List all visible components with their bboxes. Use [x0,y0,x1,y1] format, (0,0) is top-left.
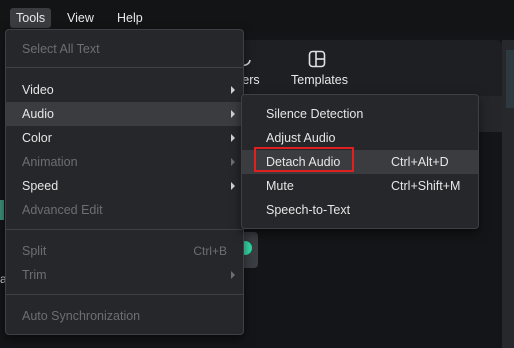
submenu-item-shortcut: Ctrl+Shift+M [391,179,461,193]
menu-item-label: Trim [22,268,47,282]
right-panel-accent [506,50,514,108]
submenu-item-label: Mute [266,179,294,193]
menu-item-trim[interactable]: Trim [6,263,243,287]
audio-submenu: Silence Detection Adjust Audio Detach Au… [241,94,479,229]
submenu-item-detach-audio[interactable]: Detach Audio Ctrl+Alt+D [242,147,478,174]
submenu-item-shortcut: Ctrl+Alt+D [391,155,449,169]
menu-view[interactable]: View [61,8,100,28]
templates-icon[interactable] [308,50,326,68]
menu-item-label: Split [22,244,47,258]
menu-item-label: Animation [22,155,78,169]
submenu-item-silence-detection[interactable]: Silence Detection [242,102,478,126]
menu-item-video[interactable]: Video [6,78,243,102]
menu-item-select-all-text[interactable]: Select All Text [6,37,243,61]
chevron-right-icon [231,271,235,279]
chevron-right-icon [231,158,235,166]
menu-item-speed[interactable]: Speed [6,174,243,198]
tools-menu: Select All Text Video Audio Color Animat… [5,29,244,335]
menu-item-label: Select All Text [22,42,100,56]
submenu-item-speech-to-text[interactable]: Speech-to-Text [242,198,478,222]
menu-item-animation[interactable]: Animation [6,150,243,174]
menu-item-label: Speed [22,179,59,193]
toolbar-label-templates[interactable]: Templates [291,73,348,87]
menu-item-advanced-edit[interactable]: Advanced Edit [6,198,243,222]
menu-item-label: Video [22,83,54,97]
menu-item-auto-synchronization[interactable]: Auto Synchronization [6,304,243,328]
menu-item-color[interactable]: Color [6,126,243,150]
chevron-right-icon [231,182,235,190]
submenu-item-label: Detach Audio [266,155,341,169]
menu-item-label: Auto Synchronization [22,309,141,323]
menu-item-label: Color [22,131,52,145]
menu-tools[interactable]: Tools [10,8,52,28]
menu-item-label: Audio [22,107,54,121]
submenu-item-label: Silence Detection [266,107,364,121]
menu-item-split[interactable]: Split Ctrl+B [6,239,243,263]
timeline-marker [0,200,4,220]
submenu-item-label: Speech-to-Text [266,203,351,217]
chevron-right-icon [231,134,235,142]
menu-item-label: Advanced Edit [22,203,103,217]
chevron-right-icon [231,110,235,118]
submenu-item-mute[interactable]: Mute Ctrl+Shift+M [242,174,478,198]
menu-item-shortcut: Ctrl+B [193,244,227,258]
chevron-right-icon [231,86,235,94]
menu-divider [6,294,243,295]
menu-divider [6,67,243,68]
menu-help[interactable]: Help [111,8,149,28]
menu-divider [6,229,243,230]
menu-item-audio[interactable]: Audio [6,102,243,126]
toolbar-panel [236,40,502,96]
